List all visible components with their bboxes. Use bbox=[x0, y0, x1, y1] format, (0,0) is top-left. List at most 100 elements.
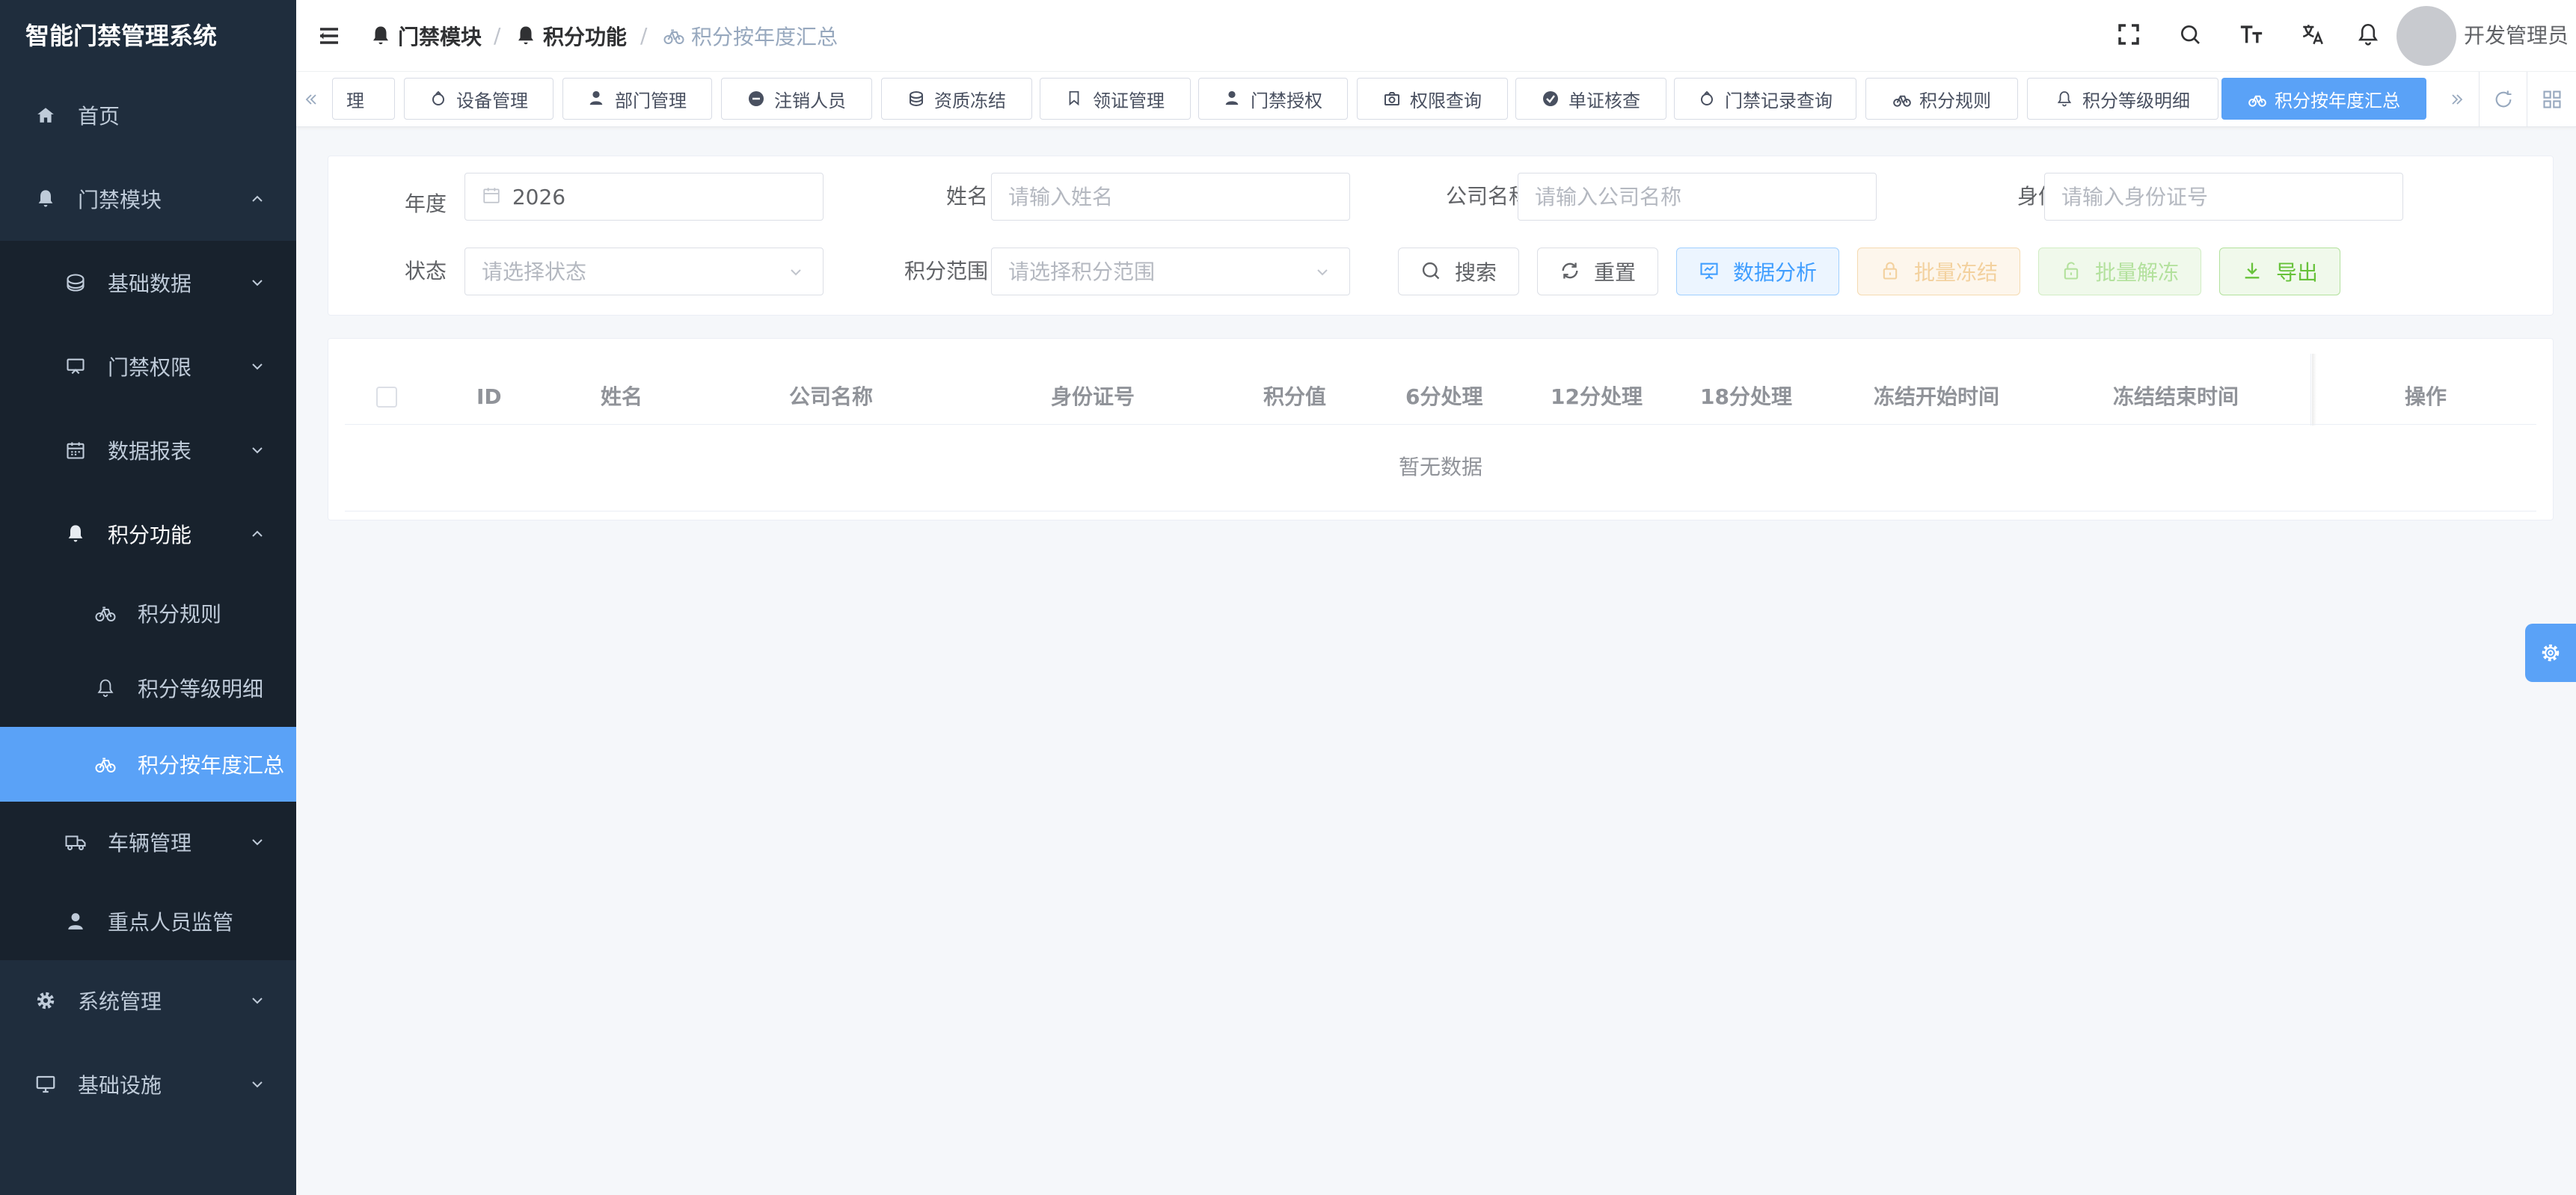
camera-icon bbox=[1383, 90, 1401, 108]
reset-button[interactable]: 重置 bbox=[1537, 248, 1658, 295]
year-label: 年度 bbox=[404, 191, 447, 216]
company-field[interactable] bbox=[1518, 173, 1877, 221]
year-picker[interactable] bbox=[464, 173, 824, 221]
points-range-select-input[interactable] bbox=[992, 259, 1349, 284]
tag-deregistered-personnel[interactable]: 注销人员 bbox=[721, 78, 872, 120]
company-input[interactable] bbox=[1518, 184, 1876, 209]
search-button[interactable]: 搜索 bbox=[1398, 248, 1519, 295]
sidebar-item-infrastructure[interactable]: 基础设施 bbox=[0, 1044, 296, 1125]
sidebar-item-label: 门禁权限 bbox=[108, 355, 192, 380]
sidebar-item-key-personnel[interactable]: 重点人员监管 bbox=[0, 882, 296, 960]
fullscreen-icon[interactable] bbox=[2114, 19, 2144, 49]
data-analysis-button[interactable]: 数据分析 bbox=[1676, 248, 1839, 295]
column-header-12-points: 12分处理 bbox=[1551, 384, 1643, 409]
calendar-icon bbox=[482, 185, 502, 208]
sidebar-item-label: 门禁模块 bbox=[78, 188, 162, 212]
tag-access-record-query[interactable]: 门禁记录查询 bbox=[1674, 78, 1856, 120]
download-icon bbox=[2242, 260, 2264, 283]
breadcrumb-level1[interactable]: 门禁模块 bbox=[369, 0, 482, 72]
sidebar-item-data-report[interactable]: 数据报表 bbox=[0, 410, 296, 491]
refresh-button[interactable] bbox=[2479, 72, 2527, 127]
hamburger-icon[interactable] bbox=[316, 22, 343, 49]
truck-icon bbox=[63, 829, 88, 855]
search-icon[interactable] bbox=[2175, 19, 2205, 49]
tag-access-authorization[interactable]: 门禁授权 bbox=[1198, 78, 1348, 120]
chevron-down-icon bbox=[248, 1075, 266, 1093]
breadcrumb-level2[interactable]: 积分功能 bbox=[515, 0, 627, 72]
sidebar-item-label: 车辆管理 bbox=[108, 831, 192, 855]
user-icon bbox=[1224, 90, 1242, 108]
tag-qualification-freeze[interactable]: 资质冻结 bbox=[881, 78, 1032, 120]
avatar[interactable] bbox=[2396, 6, 2456, 66]
unlock-icon bbox=[2061, 260, 2083, 283]
name-field[interactable] bbox=[991, 173, 1350, 221]
sidebar-item-access-rights[interactable]: 门禁权限 bbox=[0, 326, 296, 407]
sidebar-item-points-annual-summary[interactable]: 积分按年度汇总 bbox=[0, 727, 296, 802]
bell-outline-icon bbox=[2055, 90, 2073, 108]
sidebar-item-label: 积分等级明细 bbox=[138, 677, 264, 701]
sidebar-item-vehicle-management[interactable]: 车辆管理 bbox=[0, 802, 296, 882]
column-header-freeze-start: 冻结开始时间 bbox=[1874, 384, 2000, 409]
search-form: 年度 姓名 公司名称 身份证号 状态 积分范围 搜索 bbox=[328, 156, 2554, 316]
export-button[interactable]: 导出 bbox=[2219, 248, 2340, 295]
user-icon bbox=[588, 90, 606, 108]
grid-menu-button[interactable] bbox=[2527, 72, 2576, 127]
presentation-chart-icon bbox=[1699, 260, 1721, 283]
status-select-input[interactable] bbox=[465, 259, 823, 284]
sidebar-item-system-management[interactable]: 系统管理 bbox=[0, 960, 296, 1041]
sidebar-item-points-rules[interactable]: 积分规则 bbox=[0, 577, 296, 649]
column-header-company: 公司名称 bbox=[789, 384, 874, 409]
company-label: 公司名称 bbox=[1445, 184, 1530, 209]
settings-panel-button[interactable] bbox=[2525, 624, 2576, 682]
select-all-checkbox[interactable] bbox=[376, 387, 397, 408]
app-title: 智能门禁管理系统 bbox=[0, 0, 296, 72]
lock-icon bbox=[1880, 260, 1902, 283]
translate-icon[interactable] bbox=[2298, 19, 2328, 49]
tag-points-annual-summary[interactable]: 积分按年度汇总 bbox=[2221, 78, 2426, 120]
tag-license-management[interactable]: 领证管理 bbox=[1040, 78, 1191, 120]
font-size-icon[interactable] bbox=[2236, 19, 2266, 49]
sidebar-item-points-function[interactable]: 积分功能 bbox=[0, 494, 296, 574]
sidebar-item-home[interactable]: 首页 bbox=[0, 75, 296, 156]
sidebar-item-label: 基础设施 bbox=[78, 1073, 162, 1098]
sidebar-item-basic-data[interactable]: 基础数据 bbox=[0, 242, 296, 323]
search-icon bbox=[1420, 260, 1443, 283]
batch-unfreeze-button[interactable]: 批量解冻 bbox=[2038, 248, 2201, 295]
batch-freeze-button[interactable]: 批量冻结 bbox=[1857, 248, 2020, 295]
database-icon bbox=[907, 90, 925, 108]
bicycle-icon bbox=[1698, 90, 1716, 108]
status-select[interactable] bbox=[464, 248, 824, 295]
name-input[interactable] bbox=[992, 184, 1349, 209]
bell-icon bbox=[369, 25, 392, 47]
tag-points-rules[interactable]: 积分规则 bbox=[1865, 78, 2018, 120]
chevron-down-icon bbox=[248, 441, 266, 459]
tag-document-check[interactable]: 单证核查 bbox=[1515, 78, 1666, 120]
username[interactable]: 开发管理员 bbox=[2464, 0, 2569, 72]
scroll-left-button[interactable] bbox=[296, 72, 326, 127]
chevron-down-icon bbox=[248, 274, 266, 292]
scroll-right-button[interactable] bbox=[2435, 72, 2479, 127]
tag-device-management[interactable]: 设备管理 bbox=[404, 78, 553, 120]
check-circle-icon bbox=[1542, 90, 1560, 108]
tag-partial[interactable]: 理 bbox=[332, 78, 395, 120]
sidebar-item-access-module[interactable]: 门禁模块 bbox=[0, 159, 296, 239]
calendar-icon bbox=[63, 437, 88, 463]
tag-department-management[interactable]: 部门管理 bbox=[562, 78, 712, 120]
tag-permission-query[interactable]: 权限查询 bbox=[1357, 78, 1508, 120]
monitor-icon bbox=[33, 1072, 58, 1097]
sidebar-item-label: 基础数据 bbox=[108, 271, 192, 296]
idcard-input[interactable] bbox=[2045, 184, 2402, 209]
year-input[interactable] bbox=[501, 184, 823, 209]
sidebar-item-label: 积分功能 bbox=[108, 523, 192, 547]
points-range-select[interactable] bbox=[991, 248, 1350, 295]
idcard-field[interactable] bbox=[2044, 173, 2403, 221]
chevron-down-icon bbox=[787, 263, 805, 281]
chevron-down-icon bbox=[248, 992, 266, 1010]
sidebar-item-points-level-detail[interactable]: 积分等级明细 bbox=[0, 652, 296, 724]
chevron-down-icon bbox=[248, 833, 266, 851]
tags-view-bar: 理 设备管理 部门管理 注销人员 资质冻结 领证管理 门禁授权 权限查询 单证核… bbox=[296, 72, 2576, 127]
tag-points-level-detail[interactable]: 积分等级明细 bbox=[2027, 78, 2218, 120]
column-header-6-points: 6分处理 bbox=[1405, 384, 1483, 409]
gear-icon bbox=[33, 988, 58, 1013]
notification-bell-icon[interactable] bbox=[2353, 19, 2383, 49]
